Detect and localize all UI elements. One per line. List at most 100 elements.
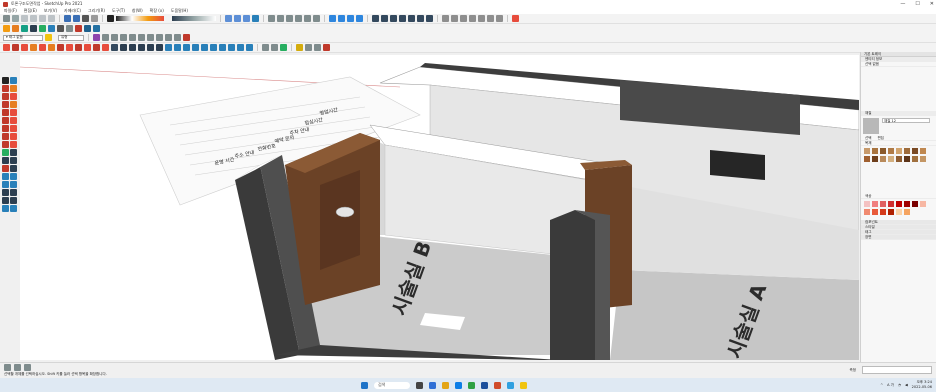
arc-tool-icon[interactable] — [2, 117, 9, 124]
monochrome-icon[interactable] — [426, 15, 433, 22]
sandbox-contours-icon[interactable] — [165, 34, 172, 41]
mirror-icon[interactable] — [210, 44, 217, 51]
eraser-icon[interactable] — [2, 85, 9, 92]
arc-icon[interactable] — [12, 44, 19, 51]
ruby-console-icon[interactable] — [512, 15, 519, 22]
color-swatch[interactable] — [879, 200, 886, 207]
add-icon[interactable] — [39, 25, 46, 32]
material-swatch[interactable] — [904, 147, 911, 154]
info-icon[interactable] — [93, 25, 100, 32]
circle-icon[interactable] — [30, 44, 37, 51]
top-view-icon[interactable] — [277, 15, 284, 22]
explorer-icon[interactable] — [442, 381, 449, 389]
walk-tool-icon[interactable] — [10, 189, 17, 196]
start-icon[interactable] — [361, 381, 368, 389]
move-icon[interactable] — [66, 44, 73, 51]
language-indicator[interactable]: A 가 — [887, 383, 894, 388]
open-icon[interactable] — [12, 15, 19, 22]
wireframe-icon[interactable] — [390, 15, 397, 22]
lock-icon[interactable] — [246, 44, 253, 51]
iso-view-icon[interactable] — [268, 15, 275, 22]
freehand-icon[interactable] — [48, 44, 55, 51]
print-icon[interactable] — [82, 15, 89, 22]
freehand-tool-icon[interactable] — [10, 93, 17, 100]
component-icon[interactable] — [93, 34, 100, 41]
model-info-icon[interactable] — [91, 15, 98, 22]
look-tool-icon[interactable] — [2, 197, 9, 204]
material-swatch[interactable] — [879, 147, 886, 154]
scale-icon[interactable] — [84, 44, 91, 51]
material-swatch[interactable] — [879, 155, 886, 162]
material-swatch[interactable] — [920, 147, 927, 154]
shadow-time-slider[interactable] — [116, 16, 164, 21]
undo-icon[interactable] — [64, 15, 71, 22]
layer-dropdown[interactable]: ▾ 태그 없음 — [3, 34, 43, 41]
array-icon[interactable] — [219, 44, 226, 51]
offset-tool-icon[interactable] — [10, 141, 17, 148]
color-swatch[interactable] — [863, 200, 870, 207]
select-icon[interactable] — [111, 44, 118, 51]
chat-icon[interactable] — [429, 381, 436, 389]
scale-tool-icon[interactable] — [2, 141, 9, 148]
color-swatch[interactable] — [904, 200, 911, 207]
tag-color-icon[interactable] — [45, 34, 52, 41]
zoom-icon[interactable] — [225, 15, 232, 22]
shadow-date-slider[interactable] — [172, 16, 216, 21]
pencil-icon[interactable] — [2, 93, 9, 100]
sandbox-scratch-icon[interactable] — [174, 34, 181, 41]
model-viewport[interactable]: 시술실 B 시술실 A 영업시간 점심시간 주차 안내 예약 문의 전화번호 주… — [20, 55, 859, 360]
material-name-field[interactable]: 재질 12 — [882, 118, 930, 123]
sandbox-tool-icon[interactable] — [2, 205, 9, 212]
axes-icon[interactable] — [147, 44, 154, 51]
solid-tools-icon[interactable] — [102, 34, 109, 41]
arrow-up-icon[interactable] — [165, 44, 172, 51]
sandbox-icon[interactable] — [30, 25, 37, 32]
polygon-icon[interactable] — [39, 44, 46, 51]
material-swatch[interactable] — [912, 147, 919, 154]
shadow-toggle-icon[interactable] — [107, 15, 114, 22]
text-tool-icon[interactable] — [10, 157, 17, 164]
edge-icon[interactable] — [455, 381, 462, 389]
protractor-tool-icon[interactable] — [2, 157, 9, 164]
text-icon[interactable] — [120, 44, 127, 51]
zoom-tool-icon[interactable] — [2, 181, 9, 188]
material-swatch[interactable] — [887, 155, 894, 162]
redo-icon[interactable] — [73, 15, 80, 22]
look-around-icon[interactable] — [356, 15, 363, 22]
color-swatch[interactable] — [863, 208, 870, 215]
kakaotalk-icon[interactable] — [520, 381, 527, 389]
color-swatch[interactable] — [904, 208, 911, 215]
excel-icon[interactable] — [468, 381, 475, 389]
color-swatch[interactable] — [896, 208, 902, 215]
layout-icon[interactable] — [496, 15, 503, 22]
cut-icon[interactable] — [30, 15, 37, 22]
line-icon[interactable] — [3, 44, 10, 51]
plugin-icon[interactable] — [280, 44, 287, 51]
material-swatch[interactable] — [863, 155, 870, 162]
orbit-tool-icon[interactable] — [2, 173, 9, 180]
globe-icon[interactable] — [48, 25, 55, 32]
pie-tool-icon[interactable] — [10, 117, 17, 124]
section-plane-icon[interactable] — [442, 15, 449, 22]
material-swatch[interactable] — [904, 155, 911, 162]
pan-icon[interactable] — [338, 15, 345, 22]
arrow-left-icon[interactable] — [183, 44, 190, 51]
material-swatch[interactable] — [871, 147, 878, 154]
group-icon[interactable] — [237, 44, 244, 51]
previous-view-icon[interactable] — [252, 15, 259, 22]
color-swatch[interactable] — [871, 208, 878, 215]
dimension-tool-icon[interactable] — [10, 149, 17, 156]
trim-icon[interactable] — [147, 34, 154, 41]
select-tool-icon[interactable] — [2, 77, 9, 84]
pushpull-icon[interactable] — [57, 44, 64, 51]
orbit-icon[interactable] — [329, 15, 336, 22]
rect-tool-icon[interactable] — [2, 101, 9, 108]
right-view-icon[interactable] — [295, 15, 302, 22]
tab-edit[interactable]: 편집 — [877, 136, 883, 141]
align-icon[interactable] — [201, 44, 208, 51]
circle-tool-icon[interactable] — [2, 109, 9, 116]
material-swatch[interactable] — [920, 155, 927, 162]
dimension-icon[interactable] — [129, 44, 136, 51]
zoom-extents-icon[interactable] — [243, 15, 250, 22]
render-settings-icon[interactable] — [305, 44, 312, 51]
